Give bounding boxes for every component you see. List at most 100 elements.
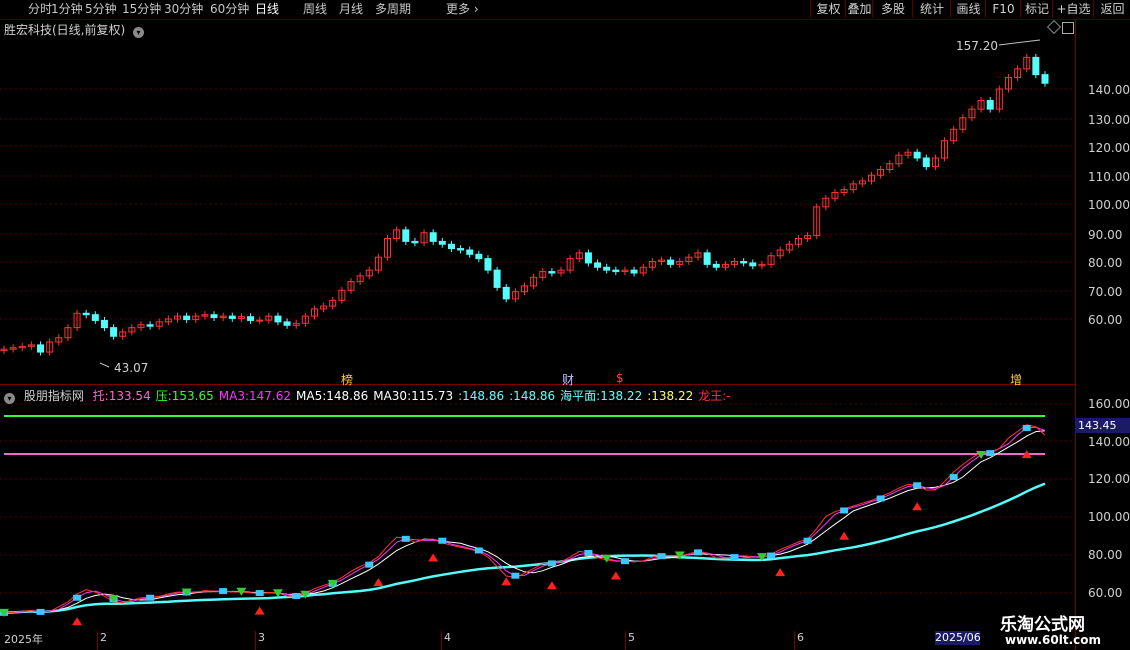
chart-canvas[interactable] (0, 19, 1075, 630)
date-divider (625, 631, 626, 650)
indicator-item: 海平面:138.22 (560, 389, 643, 403)
signal-block (219, 588, 228, 595)
price-tick: 110.00 (1088, 170, 1130, 184)
signal-block (547, 560, 556, 567)
toolbar-button-5[interactable]: F10 (985, 0, 1021, 18)
indicator-item: MA30:115.73 (373, 389, 454, 403)
candle-body (228, 315, 236, 319)
candle-body (740, 261, 748, 264)
event-marker-zeng[interactable]: 增 (1010, 371, 1022, 388)
current-value-tag: 143.45 (1075, 418, 1130, 433)
date-divider (794, 631, 795, 650)
indicator-item: MA3:147.62 (218, 389, 291, 403)
price-tick: 120.00 (1088, 141, 1130, 155)
ma5-line (3, 430, 1046, 614)
period-tab-5[interactable]: 60分钟 (210, 1, 249, 18)
indicator-item: :148.86 (509, 389, 556, 403)
period-tab-8[interactable]: 月线 (339, 1, 363, 18)
signal-block (730, 554, 739, 561)
event-marker-dollar[interactable]: $ (616, 371, 624, 385)
period-tab-9[interactable]: 多周期 (375, 1, 411, 18)
toolbar-button-6[interactable]: 标记 (1020, 0, 1053, 18)
candle-body (712, 263, 720, 268)
signal-block (620, 558, 629, 565)
signal-block (401, 535, 410, 542)
indicator-tick: 80.00 (1088, 548, 1123, 562)
candle-body (584, 252, 592, 264)
signal-block (657, 553, 666, 560)
indicator-item: 托:133.54 (92, 389, 151, 403)
period-tab-1[interactable]: 1分钟 (51, 1, 83, 18)
event-marker-bang[interactable]: 榜 (341, 371, 353, 388)
signal-block (803, 537, 812, 544)
candle-body (667, 259, 675, 265)
candle-body (603, 266, 611, 271)
toolbar-button-4[interactable]: 画线 (950, 0, 986, 18)
indicator-item: 龙王:- (698, 389, 731, 403)
cursor-date-box: 2025/06 (935, 631, 981, 645)
signal-block (584, 549, 593, 556)
watermark-url: www.60lt.com (1005, 633, 1102, 647)
indicator-values: 托:133.54 压:153.65 MA3:147.62 MA5:148.86 MA30… (93, 389, 736, 403)
candle-body (1032, 56, 1040, 76)
toolbar-button-1[interactable]: 叠加 (845, 0, 873, 18)
period-tab-6[interactable]: 日线 (255, 1, 279, 18)
signal-block (986, 450, 995, 457)
period-tab-7[interactable]: 周线 (303, 1, 327, 18)
signal-block (255, 590, 264, 597)
toolbar-button-2[interactable]: 多股 (872, 0, 913, 18)
period-tab-2[interactable]: 5分钟 (85, 1, 117, 18)
candle-body (457, 248, 465, 251)
date-label: 5 (628, 631, 635, 644)
date-label: 6 (797, 631, 804, 644)
candle-body (274, 315, 282, 323)
signal-block (292, 592, 301, 599)
price-tick: 130.00 (1088, 113, 1130, 127)
date-label: 3 (258, 631, 265, 644)
period-tab-3[interactable]: 15分钟 (122, 1, 161, 18)
buy-triangle (72, 617, 83, 626)
signal-block (36, 608, 45, 615)
chevron-down-icon[interactable]: ▾ (4, 393, 15, 404)
candle-body (484, 258, 492, 271)
toolbar-button-0[interactable]: 复权 (810, 0, 846, 18)
buy-triangle (839, 531, 850, 540)
watermark-title: 乐淘公式网 (1000, 615, 1085, 635)
candle-body (594, 262, 602, 268)
price-tick: 140.00 (1088, 83, 1130, 97)
ma2-line (3, 424, 1046, 614)
candle-body (438, 240, 446, 245)
indicator-item: :138.22 (647, 389, 694, 403)
candle-body (466, 249, 474, 255)
toolbar-button-8[interactable]: 返回 (1093, 0, 1130, 18)
candle-body (475, 253, 483, 260)
event-marker-cai[interactable]: 财 (562, 371, 574, 388)
toolbar-button-3[interactable]: 统计 (912, 0, 951, 18)
candle-body (411, 240, 419, 244)
signal-block (876, 495, 885, 502)
candle-body (922, 157, 930, 168)
buy-triangle (775, 568, 786, 577)
toolbar-button-7[interactable]: +自选 (1052, 0, 1094, 18)
buy-triangle (373, 578, 384, 587)
price-tick: 70.00 (1088, 285, 1123, 299)
price-tick: 80.00 (1088, 256, 1123, 270)
signal-block (913, 482, 922, 489)
indicator-item: 压:153.65 (155, 389, 214, 403)
period-tab-4[interactable]: 30分钟 (164, 1, 203, 18)
buy-triangle (610, 571, 621, 580)
low-price-label: 43.07 (114, 361, 149, 375)
signal-block (438, 537, 447, 544)
candle-body (110, 327, 118, 337)
candle-body (183, 315, 191, 321)
period-tab-0[interactable]: 分时 (28, 1, 52, 18)
candle-body (429, 232, 437, 242)
signal-block (840, 507, 849, 514)
indicator-item: :148.86 (458, 389, 505, 403)
signal-block (511, 572, 520, 579)
date-divider (97, 631, 98, 650)
candle-body (913, 151, 921, 159)
signal-block (949, 474, 958, 481)
period-tab-10[interactable]: 更多 › (446, 1, 479, 18)
indicator-tick: 120.00 (1088, 472, 1130, 486)
